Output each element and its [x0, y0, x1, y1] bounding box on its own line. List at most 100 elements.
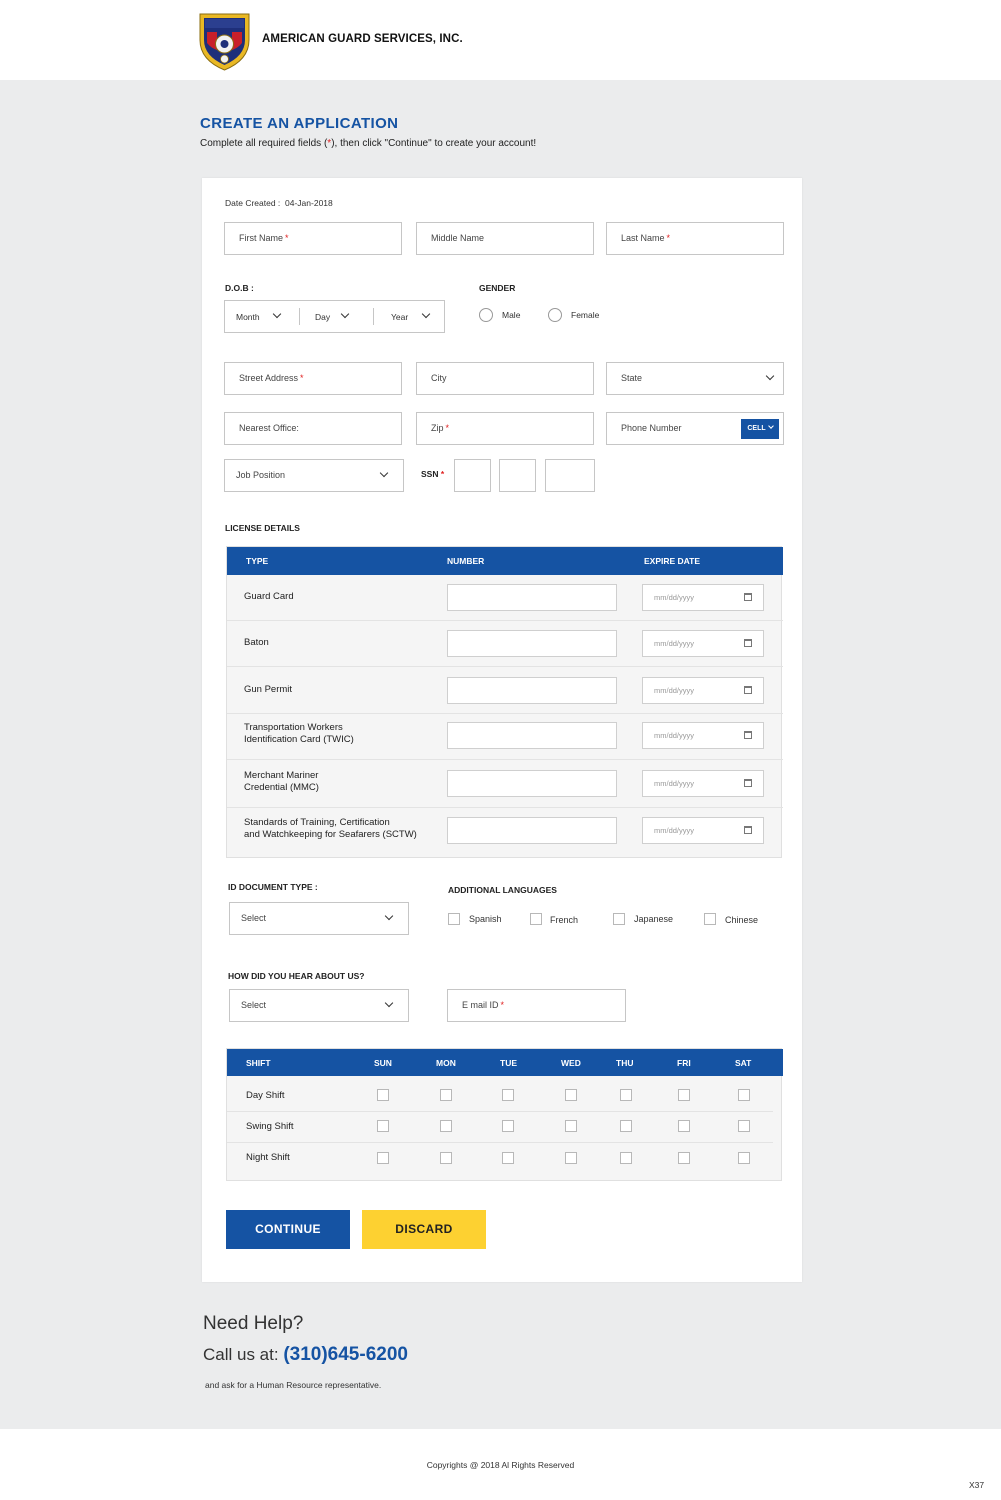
ssn-part1-input[interactable] [454, 459, 491, 492]
hear-about-us-label: HOW DID YOU HEAR ABOUT US? [228, 971, 365, 981]
license-row-gun-permit: Gun Permit mm/dd/yyyy [227, 667, 783, 714]
calendar-icon [744, 593, 752, 601]
license-number-input[interactable] [447, 630, 617, 657]
calendar-icon [744, 826, 752, 834]
state-select[interactable]: State [606, 362, 784, 395]
col-number: NUMBER [447, 556, 485, 566]
street-address-field[interactable]: Street Address * [224, 362, 402, 395]
nearest-office-field[interactable]: Nearest Office: [224, 412, 402, 445]
chevron-down-icon [272, 309, 282, 319]
chinese-checkbox[interactable] [704, 913, 716, 925]
city-field[interactable]: City [416, 362, 594, 395]
day-shift-fri-checkbox[interactable] [678, 1089, 690, 1101]
help-call: Call us at: (310)645-6200 [203, 1344, 408, 1365]
license-number-input[interactable] [447, 722, 617, 749]
dob-day-select[interactable]: Day [300, 301, 373, 332]
night-shift-mon-checkbox[interactable] [440, 1152, 452, 1164]
page-code: X37 [969, 1480, 985, 1490]
first-name-field[interactable]: First Name * [224, 222, 402, 255]
job-position-select[interactable]: Job Position [224, 459, 404, 492]
chevron-down-icon [767, 423, 774, 429]
japanese-checkbox[interactable] [613, 913, 625, 925]
swing-shift-thu-checkbox[interactable] [620, 1120, 632, 1132]
additional-languages-label: ADDITIONAL LANGUAGES [448, 885, 557, 895]
license-table: TYPE NUMBER EXPIRE DATE Guard Card mm/dd… [226, 546, 783, 858]
help-heading: Need Help? [203, 1313, 304, 1334]
discard-button[interactable]: DISCARD [362, 1210, 486, 1249]
license-row-mmc: Merchant Mariner Credential (MMC) mm/dd/y… [227, 760, 783, 808]
swing-shift-fri-checkbox[interactable] [678, 1120, 690, 1132]
middle-name-field[interactable]: Middle Name [416, 222, 594, 255]
help-note: and ask for a Human Resource representat… [205, 1380, 382, 1390]
gender-female-label: Female [571, 310, 600, 320]
expire-date-input[interactable]: mm/dd/yyyy [642, 584, 764, 611]
license-row-twic: Transportation Workers Identification Car… [227, 714, 783, 760]
phone-number-field[interactable]: Phone Number CELL [606, 412, 784, 445]
french-checkbox[interactable] [530, 913, 542, 925]
day-shift-sat-checkbox[interactable] [738, 1089, 750, 1101]
night-shift-thu-checkbox[interactable] [620, 1152, 632, 1164]
page-title: CREATE AN APPLICATION [200, 115, 399, 132]
night-shift-sat-checkbox[interactable] [738, 1152, 750, 1164]
night-shift-fri-checkbox[interactable] [678, 1152, 690, 1164]
license-row-baton: Baton mm/dd/yyyy [227, 621, 783, 667]
expire-date-input[interactable]: mm/dd/yyyy [642, 770, 764, 797]
gender-label: GENDER [479, 283, 516, 293]
gender-male-radio[interactable] [479, 308, 493, 322]
license-number-input[interactable] [447, 770, 617, 797]
swing-shift-wed-checkbox[interactable] [565, 1120, 577, 1132]
id-document-label: ID DOCUMENT TYPE : [228, 882, 318, 892]
expire-date-input[interactable]: mm/dd/yyyy [642, 817, 764, 844]
gender-female-radio[interactable] [548, 308, 562, 322]
ssn-part2-input[interactable] [499, 459, 536, 492]
id-document-select[interactable]: Select [229, 902, 409, 935]
swing-shift-mon-checkbox[interactable] [440, 1120, 452, 1132]
french-label: French [550, 915, 579, 925]
japanese-label: Japanese [634, 914, 674, 924]
shift-table: SHIFT SUN MON TUE WED THU FRI SAT Day Sh… [226, 1048, 783, 1181]
day-shift-thu-checkbox[interactable] [620, 1089, 632, 1101]
site-header: AMERICAN GUARD SERVICES, INC. [0, 0, 1001, 80]
email-field[interactable]: E mail ID * [447, 989, 626, 1022]
shift-row-day: Day Shift [227, 1080, 783, 1111]
ssn-part3-input[interactable] [545, 459, 595, 492]
date-created: Date Created : 04-Jan-2018 [225, 198, 333, 208]
spanish-checkbox[interactable] [448, 913, 460, 925]
calendar-icon [744, 639, 752, 647]
chevron-down-icon [384, 998, 394, 1008]
hear-about-us-select[interactable]: Select [229, 989, 409, 1022]
expire-date-input[interactable]: mm/dd/yyyy [642, 722, 764, 749]
help-phone-link[interactable]: (310)645-6200 [283, 1344, 408, 1365]
day-shift-mon-checkbox[interactable] [440, 1089, 452, 1101]
swing-shift-sun-checkbox[interactable] [377, 1120, 389, 1132]
shield-logo-icon[interactable] [197, 10, 252, 72]
gender-male-label: Male [502, 310, 521, 320]
dob-year-select[interactable]: Year [374, 301, 444, 332]
swing-shift-sat-checkbox[interactable] [738, 1120, 750, 1132]
expire-date-input[interactable]: mm/dd/yyyy [642, 630, 764, 657]
zip-field[interactable]: Zip * [416, 412, 594, 445]
swing-shift-tue-checkbox[interactable] [502, 1120, 514, 1132]
calendar-icon [744, 779, 752, 787]
night-shift-sun-checkbox[interactable] [377, 1152, 389, 1164]
night-shift-tue-checkbox[interactable] [502, 1152, 514, 1164]
dob-select-group: Month Day Year [224, 300, 445, 333]
license-number-input[interactable] [447, 584, 617, 611]
chinese-label: Chinese [725, 915, 759, 925]
continue-button[interactable]: CONTINUE [226, 1210, 350, 1249]
shift-row-swing: Swing Shift [227, 1111, 783, 1142]
day-shift-sun-checkbox[interactable] [377, 1089, 389, 1101]
night-shift-wed-checkbox[interactable] [565, 1152, 577, 1164]
spanish-label: Spanish [469, 914, 502, 924]
license-row-guard-card: Guard Card mm/dd/yyyy [227, 575, 783, 621]
license-details-heading: LICENSE DETAILS [225, 523, 300, 533]
license-number-input[interactable] [447, 817, 617, 844]
license-table-header: TYPE NUMBER EXPIRE DATE [227, 547, 783, 575]
license-number-input[interactable] [447, 677, 617, 704]
dob-month-select[interactable]: Month [225, 301, 299, 332]
day-shift-wed-checkbox[interactable] [565, 1089, 577, 1101]
day-shift-tue-checkbox[interactable] [502, 1089, 514, 1101]
last-name-field[interactable]: Last Name * [606, 222, 784, 255]
phone-type-cell-button[interactable]: CELL [741, 419, 779, 439]
expire-date-input[interactable]: mm/dd/yyyy [642, 677, 764, 704]
